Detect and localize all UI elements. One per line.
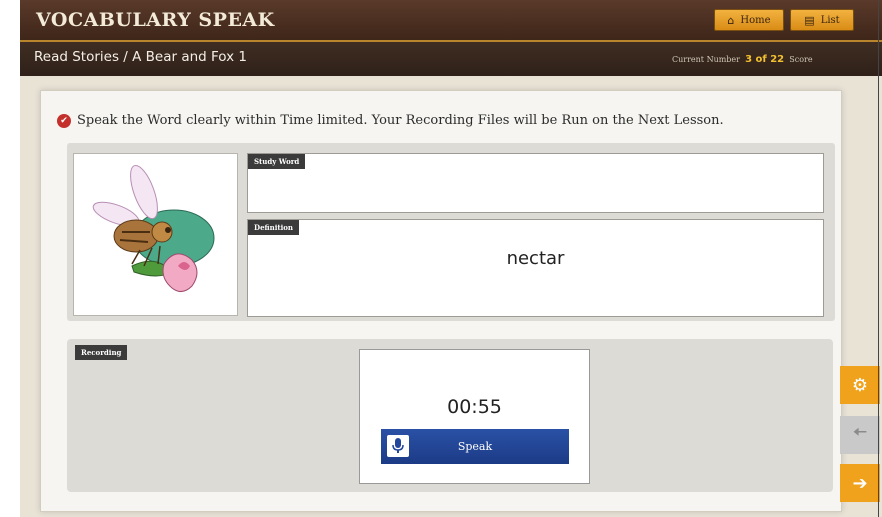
arrow-right-icon: ➔ — [852, 472, 868, 494]
app-title: VOCABULARY SPEAK — [36, 9, 275, 31]
study-word-tag: Study Word — [248, 154, 306, 169]
top-bar: VOCABULARY SPEAK ⌂ Home ▤ List — [20, 0, 882, 42]
sub-header: Read Stories / A Bear and Fox 1 Current … — [20, 42, 882, 76]
instruction-label: Speak the Word clearly within Time limit… — [77, 113, 724, 128]
breadcrumb: Read Stories / A Bear and Fox 1 — [34, 49, 248, 65]
progress-counter: Current Number 3 of 22 Score — [672, 54, 813, 65]
speak-label: Speak — [457, 440, 493, 453]
speak-button[interactable]: Speak — [381, 429, 569, 464]
home-label: Home — [740, 14, 771, 26]
word-image — [73, 153, 238, 316]
list-icon: ▤ — [804, 13, 815, 27]
microphone-icon — [387, 435, 409, 457]
list-label: List — [820, 14, 840, 26]
next-button[interactable]: ➔ — [840, 464, 880, 502]
word-panel: Study Word Definition nectar — [67, 143, 835, 321]
instruction-text: ✔ Speak the Word clearly within Time limi… — [57, 113, 724, 128]
definition-box: Definition nectar — [247, 219, 824, 317]
lesson-content: ✔ Speak the Word clearly within Time limi… — [40, 90, 842, 512]
study-word-box: Study Word — [247, 153, 824, 213]
recording-box: 00:55 Speak — [359, 349, 590, 484]
score-label: Score — [789, 55, 813, 64]
recording-timer: 00:55 — [447, 396, 502, 418]
definition-tag: Definition — [248, 220, 300, 235]
bee-illustration — [92, 164, 215, 292]
recording-panel: Recording 00:55 Speak — [67, 339, 833, 492]
counter-label: Current Number — [672, 55, 740, 64]
home-button[interactable]: ⌂ Home — [714, 9, 784, 31]
arrow-left-icon: 🠤 — [852, 422, 868, 443]
app-frame: VOCABULARY SPEAK ⌂ Home ▤ List Read Stor… — [20, 0, 882, 517]
check-icon: ✔ — [57, 113, 71, 128]
settings-button[interactable]: ⚙ — [840, 366, 880, 404]
gear-icon: ⚙ — [851, 374, 869, 396]
back-button[interactable]: 🠤 — [840, 416, 880, 454]
list-button[interactable]: ▤ List — [790, 9, 854, 31]
counter-value: 3 of 22 — [745, 54, 785, 65]
home-icon: ⌂ — [727, 13, 735, 27]
right-border — [878, 0, 879, 517]
definition-text: nectar — [506, 248, 565, 269]
recording-tag: Recording — [75, 345, 128, 360]
